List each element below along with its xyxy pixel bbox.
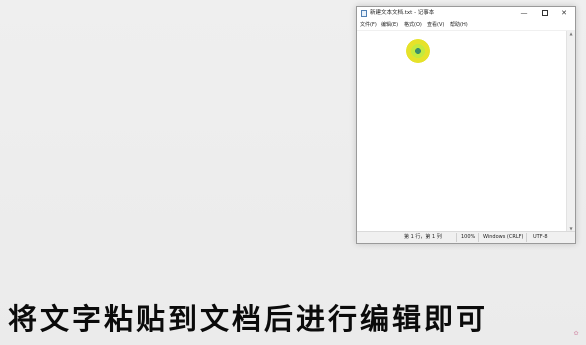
menu-view[interactable]: 查看(V) [427,21,444,29]
status-divider [526,233,527,242]
scroll-up-icon[interactable]: ▲ [568,31,574,37]
maximize-icon [542,10,548,16]
subtitle-caption: 将文字粘贴到文档后进行编辑即可 [8,302,489,336]
text-editor[interactable] [357,31,567,232]
menu-help[interactable]: 帮助(H) [450,21,468,29]
watermark-logo-icon: ✿ [573,330,579,337]
notepad-icon [361,10,367,17]
close-button[interactable]: ✕ [555,7,573,20]
status-bar: 第 1 行，第 1 列 100% Windows (CRLF) UTF-8 [357,231,575,243]
status-zoom: 100% [461,234,476,240]
menu-edit[interactable]: 编辑(E) [381,21,398,29]
window-title: 新建文本文档.txt - 记事本 [370,10,435,16]
status-line-ending: Windows (CRLF) [483,234,524,240]
menu-bar: 文件(F) 编辑(E) 格式(O) 查看(V) 帮助(H) [357,20,575,31]
menu-file[interactable]: 文件(F) [360,21,377,29]
screen: 新建文本文档.txt - 记事本 — ✕ 文件(F) 编辑(E) 格式(O) 查… [0,0,586,345]
title-bar[interactable]: 新建文本文档.txt - 记事本 — ✕ [357,7,575,20]
status-divider [478,233,479,242]
vertical-scrollbar[interactable]: ▲ ▼ [566,31,575,232]
cursor-highlight-icon [406,39,430,63]
minimize-button[interactable]: — [515,7,533,20]
menu-format[interactable]: 格式(O) [404,21,422,29]
notepad-window: 新建文本文档.txt - 记事本 — ✕ 文件(F) 编辑(E) 格式(O) 查… [356,6,576,244]
status-encoding: UTF-8 [533,234,548,240]
status-position: 第 1 行，第 1 列 [404,234,442,240]
maximize-button[interactable] [536,7,554,20]
status-divider [456,233,457,242]
